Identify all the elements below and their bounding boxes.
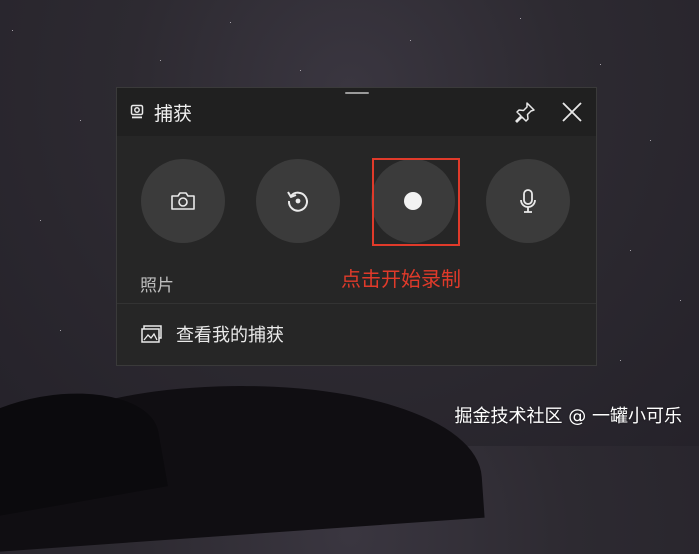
record-dot-icon [404, 192, 422, 210]
history-icon [287, 191, 308, 212]
star [160, 60, 161, 61]
microphone-icon [520, 189, 536, 213]
star [620, 360, 621, 361]
drag-handle[interactable] [344, 92, 369, 94]
star [300, 70, 301, 71]
capture-widget: 捕获 照片 点击开始录制 查看我的捕获 [116, 87, 597, 366]
widget-titlebar: 捕获 [117, 88, 596, 136]
view-captures-label: 查看我的捕获 [176, 325, 284, 346]
star [680, 300, 681, 301]
camera-small-icon [130, 104, 144, 120]
pin-icon [515, 102, 535, 123]
close-icon [562, 102, 582, 122]
star [12, 30, 13, 31]
star [60, 330, 61, 331]
watermark-text: 掘金技术社区 @ 一罐小可乐 [454, 406, 682, 427]
microphone-button[interactable] [486, 159, 570, 243]
star [230, 22, 231, 23]
start-recording-button[interactable] [371, 159, 455, 243]
annotation-text: 点击开始录制 [341, 267, 461, 291]
star [410, 40, 411, 41]
close-button[interactable] [559, 99, 585, 125]
star [80, 120, 81, 121]
star [630, 250, 631, 251]
widget-title: 捕获 [154, 103, 193, 125]
star [520, 18, 521, 19]
screenshot-button[interactable] [141, 159, 225, 243]
record-last-30s-button[interactable] [256, 159, 340, 243]
gallery-icon [141, 324, 163, 344]
star [40, 220, 41, 221]
star [650, 140, 651, 141]
view-captures-link[interactable]: 查看我的捕获 [117, 304, 596, 366]
mode-label: 照片 [140, 276, 174, 296]
star [600, 64, 601, 65]
camera-icon [171, 192, 195, 210]
pin-button[interactable] [512, 99, 538, 125]
